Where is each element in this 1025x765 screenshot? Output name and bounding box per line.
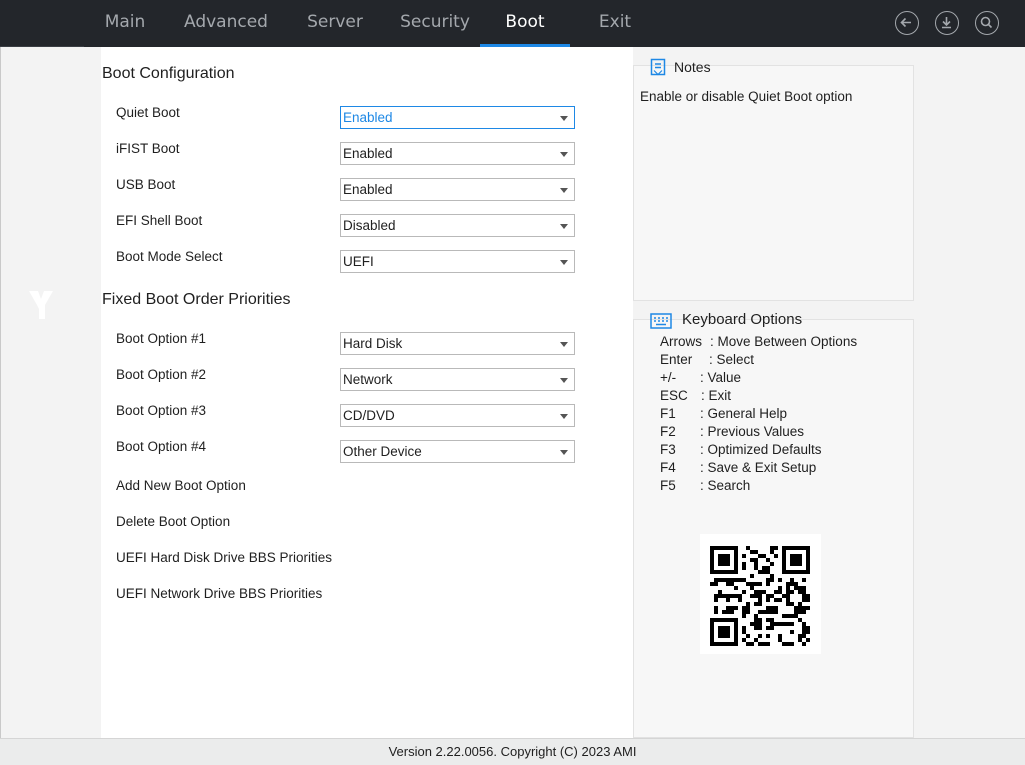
dropdown-quiet-boot[interactable]: Enabled [340,106,575,129]
label-boot-mode-select: Boot Mode Select [116,249,223,264]
kb-row-f2: F2 : Previous Values [660,424,804,439]
chevron-down-icon [560,260,568,265]
dropdown-efi-shell-boot[interactable]: Disabled [340,214,575,237]
kb-key: F3 [660,442,676,457]
kb-desc: : Value [700,370,742,385]
label-boot-option-3: Boot Option #3 [116,403,207,418]
top-menu-bar: Main Advanced Server Security Boot Exit [0,0,1025,47]
dropdown-value: Other Device [343,444,422,459]
dropdown-value: Enabled [343,110,393,125]
kb-row-plus-minus: +/- : Value [660,370,741,385]
section-title-boot-configuration: Boot Configuration [102,65,235,82]
main-content: Boot Configuration Quiet Boot Enabled iF… [101,47,633,738]
kb-row-f3: F3 : Optimized Defaults [660,442,822,457]
label-boot-option-4: Boot Option #4 [116,439,207,454]
back-arrow-icon[interactable] [895,11,919,35]
section-title-fixed-boot-order: Fixed Boot Order Priorities [102,291,291,308]
label-ifist-boot: iFIST Boot [116,141,180,156]
kb-desc: : Select [709,352,755,367]
qr-code-icon [700,534,821,654]
kb-key: F1 [660,406,676,421]
kb-desc: : Exit [701,388,732,403]
kb-desc: : Save & Exit Setup [700,460,817,475]
kb-desc: : Search [700,478,751,493]
footer-version: Version 2.22.0056. Copyright (C) 2023 AM… [0,738,1025,765]
kb-desc: : Optimized Defaults [700,442,822,457]
download-icon[interactable] [935,11,959,35]
tab-advanced[interactable]: Advanced [180,0,272,47]
vendor-logo-icon [29,291,53,319]
kb-row-esc: ESC : Exit [660,388,731,403]
kb-desc: : Previous Values [700,424,805,439]
tab-boot[interactable]: Boot [480,0,570,47]
dropdown-boot-option-2[interactable]: Network [340,368,575,391]
dropdown-boot-option-3[interactable]: CD/DVD [340,404,575,427]
tab-security[interactable]: Security [395,0,475,47]
dropdown-value: Enabled [343,146,393,161]
notes-icon [650,58,666,76]
kb-key: F5 [660,478,676,493]
search-icon[interactable] [975,11,999,35]
dropdown-value: Disabled [343,218,396,233]
kb-key: F2 [660,424,676,439]
chevron-down-icon [560,224,568,229]
notes-text: Enable or disable Quiet Boot option [640,89,853,104]
label-boot-option-1: Boot Option #1 [116,331,207,346]
chevron-down-icon [560,152,568,157]
link-delete-boot-option[interactable]: Delete Boot Option [116,514,230,529]
dropdown-usb-boot[interactable]: Enabled [340,178,575,201]
label-boot-option-2: Boot Option #2 [116,367,207,382]
kb-key: +/- [660,370,677,385]
notes-title: Notes [674,59,711,75]
label-usb-boot: USB Boot [116,177,176,192]
kb-row-f4: F4 : Save & Exit Setup [660,460,816,475]
kb-row-enter: Enter : Select [660,352,754,367]
keyboard-icon [650,313,672,329]
kb-row-arrows: Arrows : Move Between Options [660,334,857,349]
tab-exit[interactable]: Exit [580,0,650,47]
label-quiet-boot: Quiet Boot [116,105,180,120]
left-sidebar [0,47,101,738]
dropdown-boot-option-1[interactable]: Hard Disk [340,332,575,355]
kb-key: Enter [660,352,693,367]
link-uefi-network-bbs-priorities[interactable]: UEFI Network Drive BBS Priorities [116,586,322,601]
chevron-down-icon [560,342,568,347]
dropdown-value: Network [343,372,393,387]
chevron-down-icon [560,116,568,121]
tab-server[interactable]: Server [295,0,375,47]
dropdown-ifist-boot[interactable]: Enabled [340,142,575,165]
chevron-down-icon [560,188,568,193]
notes-panel: Notes Enable or disable Quiet Boot optio… [633,58,914,301]
tab-main[interactable]: Main [84,0,166,47]
link-add-new-boot-option[interactable]: Add New Boot Option [116,478,246,493]
dropdown-boot-option-4[interactable]: Other Device [340,440,575,463]
kb-row-f1: F1 : General Help [660,406,787,421]
dropdown-boot-mode-select[interactable]: UEFI [340,250,575,273]
kb-desc: : General Help [700,406,788,421]
kb-key: ESC [660,388,688,403]
keyboard-options-panel: Keyboard Options Arrows : Move Between Op… [633,311,914,738]
kb-key: Arrows [660,334,703,349]
dropdown-value: Enabled [343,182,393,197]
chevron-down-icon [560,378,568,383]
top-left-stub [0,0,84,47]
dropdown-value: Hard Disk [343,336,403,351]
help-area: Notes Enable or disable Quiet Boot optio… [633,47,1025,738]
keyboard-options-title: Keyboard Options [682,311,803,328]
dropdown-value: CD/DVD [343,408,395,423]
dropdown-value: UEFI [343,254,374,269]
chevron-down-icon [560,414,568,419]
chevron-down-icon [560,450,568,455]
kb-row-f5: F5 : Search [660,478,750,493]
link-uefi-hard-disk-bbs-priorities[interactable]: UEFI Hard Disk Drive BBS Priorities [116,550,332,565]
kb-key: F4 [660,460,676,475]
kb-desc: : Move Between Options [710,334,858,349]
label-efi-shell-boot: EFI Shell Boot [116,213,203,228]
